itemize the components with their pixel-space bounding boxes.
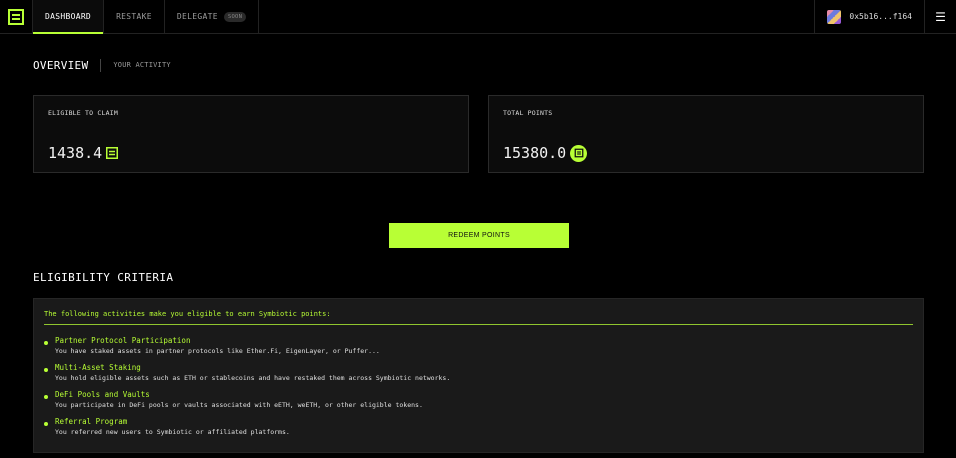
points-coin-icon <box>570 144 588 162</box>
criteria-intro: The following activities make you eligib… <box>44 310 331 318</box>
criteria-item-desc: You hold eligible assets such as ETH or … <box>55 374 451 382</box>
criteria-item-title: Multi-Asset Staking <box>55 363 141 372</box>
tab-dashboard[interactable]: DASHBOARD <box>33 0 105 34</box>
eligible-to-claim-card: ELIGIBLE TO CLAIM 1438.4 <box>33 95 469 173</box>
bullet-icon <box>44 422 48 426</box>
list-item: Partner Protocol Participation You have … <box>44 335 380 356</box>
eligible-value-row: 1438.4 <box>48 144 119 162</box>
eligible-value: 1438.4 <box>48 144 103 162</box>
bullet-icon <box>44 341 48 345</box>
criteria-item-desc: You referred new users to Symbiotic or a… <box>55 428 290 436</box>
total-points-value-row: 15380.0 <box>503 144 588 162</box>
list-item: Multi-Asset Staking You hold eligible as… <box>44 362 450 383</box>
page-title: OVERVIEW <box>33 58 102 72</box>
avatar <box>827 9 842 24</box>
list-item: DeFi Pools and Vaults You participate in… <box>44 389 423 410</box>
criteria-item-desc: You have staked assets in partner protoc… <box>55 347 380 355</box>
criteria-item-title: Partner Protocol Participation <box>55 336 191 345</box>
wallet-address: 0x5b16...f164 <box>849 12 912 21</box>
list-item: Referral Program You referred new users … <box>44 416 290 437</box>
hamburger-icon: ☰ <box>935 9 946 24</box>
overview-header: OVERVIEW YOUR ACTIVITY <box>33 56 171 74</box>
eligible-label: ELIGIBLE TO CLAIM <box>48 109 118 117</box>
divider <box>44 324 913 325</box>
symbiotic-logo-icon <box>106 147 119 159</box>
tab-delegate[interactable]: DELEGATE SOON <box>165 0 260 33</box>
tab-restake-label: RESTAKE <box>116 12 152 21</box>
tab-delegate-label: DELEGATE <box>176 12 218 21</box>
logo[interactable] <box>0 0 33 34</box>
total-points-card: TOTAL POINTS 15380.0 <box>488 95 924 173</box>
tab-dashboard-label: DASHBOARD <box>45 12 92 21</box>
top-nav-bar: DASHBOARD RESTAKE DELEGATE SOON 0x5b16..… <box>0 0 956 34</box>
bullet-icon <box>44 395 48 399</box>
total-points-value: 15380.0 <box>503 144 567 162</box>
redeem-points-button[interactable]: REDEEM POINTS <box>389 223 569 248</box>
criteria-item-desc: You participate in DeFi pools or vaults … <box>55 401 423 409</box>
total-points-label: TOTAL POINTS <box>503 109 553 117</box>
wallet-button[interactable]: 0x5b16...f164 <box>814 0 924 33</box>
eligibility-criteria-panel: The following activities make you eligib… <box>33 298 924 453</box>
criteria-item-title: DeFi Pools and Vaults <box>55 390 150 399</box>
menu-button[interactable]: ☰ <box>924 0 956 33</box>
criteria-item-title: Referral Program <box>55 417 128 426</box>
eligibility-criteria-title: ELIGIBILITY CRITERIA <box>33 271 174 284</box>
symbiotic-logo-icon <box>8 9 24 25</box>
soon-badge: SOON <box>223 11 247 22</box>
tab-restake[interactable]: RESTAKE <box>104 0 165 33</box>
your-activity-link[interactable]: YOUR ACTIVITY <box>101 61 170 69</box>
bullet-icon <box>44 368 48 372</box>
